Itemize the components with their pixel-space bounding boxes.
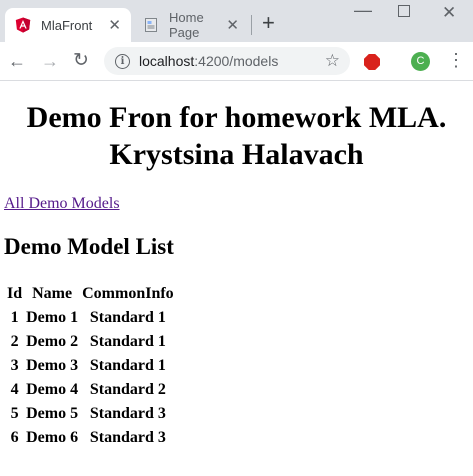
cell-commoninfo: Standard 1 xyxy=(89,309,166,326)
cell-commoninfo: Standard 3 xyxy=(89,405,166,422)
cell-id: 2 xyxy=(10,333,19,350)
close-tab-icon[interactable]: ✕ xyxy=(108,18,121,33)
back-arrow-icon[interactable]: ← xyxy=(8,49,26,73)
cell-id: 3 xyxy=(10,357,19,374)
reload-icon[interactable]: ↻ xyxy=(73,49,89,73)
all-demo-models-link[interactable]: All Demo Models xyxy=(4,195,120,213)
bookmark-star-icon[interactable]: ☆ xyxy=(325,51,340,71)
new-tab-button[interactable]: + xyxy=(262,12,275,34)
tab-separator xyxy=(251,15,252,35)
cell-commoninfo: Standard 1 xyxy=(89,333,166,350)
section-heading: Demo Model List xyxy=(4,234,174,259)
angular-icon xyxy=(15,17,31,33)
url-text[interactable]: localhost:4200/models xyxy=(139,53,278,69)
close-tab-icon[interactable]: ✕ xyxy=(226,18,239,33)
column-header-commoninfo: CommonInfo xyxy=(82,285,174,302)
minimize-icon[interactable]: — xyxy=(354,0,372,21)
cell-commoninfo: Standard 3 xyxy=(89,429,166,446)
page-icon xyxy=(145,18,157,32)
cell-name: Demo 3 xyxy=(26,357,79,374)
cell-id: 4 xyxy=(10,381,19,398)
cell-id: 1 xyxy=(10,309,19,326)
forward-arrow-icon[interactable]: → xyxy=(41,49,59,73)
cell-id: 6 xyxy=(10,429,19,446)
tab-title: MlaFront xyxy=(41,17,93,33)
cell-name: Demo 4 xyxy=(26,381,79,398)
page-title: Demo Fron for homework MLA. Krystsina Ha… xyxy=(0,99,473,173)
table-row: 2 Demo 2 Standard 1 xyxy=(6,331,175,353)
column-header-name: Name xyxy=(32,285,73,302)
cell-id: 5 xyxy=(10,405,19,422)
maximize-icon[interactable] xyxy=(398,5,410,17)
url-path: :4200/models xyxy=(194,53,279,69)
demo-model-table: Id Name CommonInfo 1 Demo 1 Standard 1 2… xyxy=(4,281,177,451)
column-header-id: Id xyxy=(7,285,23,302)
page-content: Demo Fron for homework MLA. Krystsina Ha… xyxy=(0,81,473,476)
cell-name: Demo 2 xyxy=(26,333,79,350)
url-host: localhost xyxy=(139,53,195,69)
table-header-row: Id Name CommonInfo xyxy=(6,283,175,305)
address-bar[interactable]: i localhost:4200/models ☆ xyxy=(104,47,350,75)
table-row: 6 Demo 6 Standard 3 xyxy=(6,427,175,449)
table-row: 1 Demo 1 Standard 1 xyxy=(6,307,175,329)
close-window-icon[interactable]: ✕ xyxy=(442,3,456,23)
adblock-extension-icon[interactable] xyxy=(364,54,380,70)
cell-name: Demo 1 xyxy=(26,309,79,326)
table-row: 5 Demo 5 Standard 3 xyxy=(6,403,175,425)
tab-title: Home Page xyxy=(169,10,204,40)
browser-toolbar: ← → ↻ i localhost:4200/models ☆ C ⋮ xyxy=(0,42,473,81)
browser-titlebar: MlaFront ✕ Home Page ✕ + — ✕ xyxy=(0,0,473,42)
page-title-line1: Demo Fron for homework MLA. xyxy=(26,101,447,134)
tab-mlafront[interactable]: MlaFront ✕ xyxy=(5,8,131,42)
cell-commoninfo: Standard 1 xyxy=(89,357,166,374)
info-icon[interactable]: i xyxy=(115,53,130,69)
cell-name: Demo 5 xyxy=(26,405,79,422)
profile-avatar[interactable]: C xyxy=(411,52,430,71)
cell-name: Demo 6 xyxy=(26,429,79,446)
cell-commoninfo: Standard 2 xyxy=(89,381,166,398)
menu-kebab-icon[interactable]: ⋮ xyxy=(447,50,465,70)
page-title-line2: Krystsina Halavach xyxy=(109,138,364,171)
table-row: 4 Demo 4 Standard 2 xyxy=(6,379,175,401)
table-row: 3 Demo 3 Standard 1 xyxy=(6,355,175,377)
tab-home-page[interactable]: Home Page ✕ xyxy=(133,8,249,42)
